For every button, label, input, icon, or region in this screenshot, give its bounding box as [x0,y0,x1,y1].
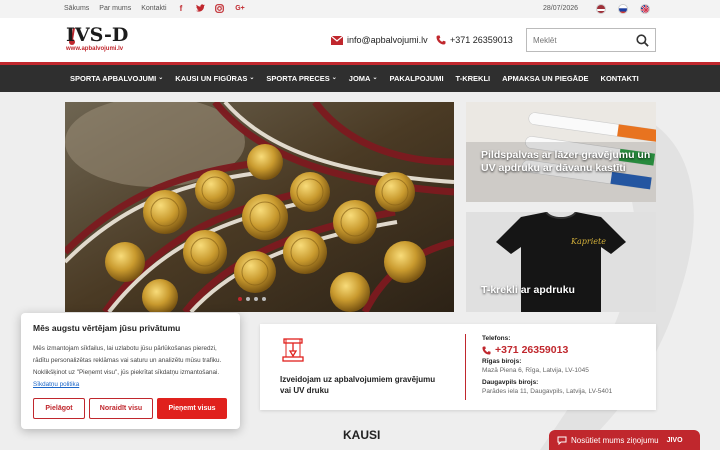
chat-widget[interactable]: Nosūtiet mums ziņojumu JIVO [549,430,700,450]
promo-tshirts-title: T-krekli ar apdruku [481,284,575,296]
chat-brand: JIVO [666,436,683,444]
slider-dot-1[interactable] [238,297,242,301]
twitter-icon[interactable] [195,3,205,13]
cookie-text-body: Mēs izmantojam sīkfailus, lai uzlabotu j… [33,345,222,376]
nav-label: KAUSI UN FIGŪRAS [175,74,248,83]
chevron-down-icon: ⌄ [249,75,255,81]
phone-icon [482,345,491,355]
daugavpils-office-label: Daugavpils birojs: [482,379,539,386]
current-date: 28/07/2026 [543,5,579,12]
hero-slider[interactable] [65,102,454,312]
header-phone[interactable]: +371 26359013 [436,35,513,45]
nav-label: APMAKSA UN PIEGĀDE [502,74,589,83]
chat-bubble-icon [557,436,567,445]
customize-button[interactable]: Pielāgot [33,398,85,419]
svg-text:Kapriete: Kapriete [570,237,606,246]
logo-text: IVS-D [66,24,129,46]
top-bar: Sākums Par mums Kontakti f G+ 28/07/2026 [0,0,720,18]
latvian-flag-icon[interactable] [596,4,606,14]
riga-office-label: Rīgas birojs: [482,358,522,365]
chat-label: Nosūtiet mums ziņojumu [571,435,659,445]
nav-item-contacts[interactable]: KONTAKTI [595,65,645,92]
nav-label: T-KREKLI [455,74,491,83]
daugavpils-office-address: Parādes iela 11, Daugavpils, Latvija, LV… [482,388,613,395]
chevron-down-icon: ⌄ [158,75,164,81]
reject-all-button[interactable]: Noraidīt visu [89,398,153,419]
riga-office-address: Mazā Piena 6, Rīga, Latvija, LV-1045 [482,367,589,374]
site-header: IVS-D www.apbalvojumi.lv info@apbalvojum… [0,18,720,62]
promo-pens-title: Pildspalvas ar lāzer gravējumu un UV apd… [481,149,651,174]
contact-block: Telefons: +371 26359013 Rīgas birojs: Ma… [482,334,612,396]
instagram-icon[interactable] [214,3,224,13]
main-nav: SPORTA APBALVOJUMI ⌄ KAUSI UN FIGŪRAS ⌄ SP… [0,62,720,92]
search-box [526,28,656,52]
cookie-policy-link[interactable]: Sīkdatņu politika [33,381,79,388]
nav-label: KONTAKTI [600,74,639,83]
slider-dot-4[interactable] [262,297,266,301]
cookie-title: Mēs augstu vērtējam jūsu privātumu [33,323,181,333]
english-flag-icon[interactable] [640,4,650,14]
nav-label: SPORTA PRECES [266,74,330,83]
nav-item-cups-figures[interactable]: KAUSI UN FIGŪRAS ⌄ [169,65,260,92]
slider-dots [238,297,266,301]
service-text: Izveidojam uz apbalvojumiem gravējumu va… [280,375,436,395]
chevron-down-icon: ⌄ [331,75,337,81]
contact-phone[interactable]: +371 26359013 [482,343,612,357]
divider [465,334,466,400]
promo-pens[interactable]: Pildspalvas ar lāzer gravējumu un UV apd… [466,102,656,202]
header-email-text: info@apbalvojumi.lv [347,35,428,45]
contact-phone-number: +371 26359013 [495,344,569,356]
top-link-contacts[interactable]: Kontakti [141,5,166,12]
info-strip: Izveidojam uz apbalvojumiem gravējumu va… [260,324,656,410]
facebook-icon[interactable]: f [176,3,186,13]
nav-item-payment-delivery[interactable]: APMAKSA UN PIEGĀDE [496,65,594,92]
top-link-about[interactable]: Par mums [99,5,131,12]
cookie-banner: Mēs augstu vērtējam jūsu privātumu Mēs i… [21,313,240,429]
nav-item-sports-goods[interactable]: SPORTA PRECES ⌄ [260,65,342,92]
engraving-machine-icon [282,338,304,362]
social-links: f G+ [176,3,247,13]
logo-url: www.apbalvojumi.lv [66,46,124,52]
nav-label: JOMA [348,74,371,83]
promo-tshirts[interactable]: Kapriete T-krekli ar apdruku [466,212,656,312]
tshirt-image: Kapriete [466,212,656,312]
search-input[interactable] [527,29,627,51]
header-email[interactable]: info@apbalvojumi.lv [331,35,428,45]
google-plus-icon[interactable]: G+ [233,3,247,13]
accept-all-button[interactable]: Pieņemt visus [157,398,227,419]
section-title-cups: KAUSI [343,428,381,442]
nav-item-services[interactable]: PAKALPOJUMI [384,65,450,92]
nav-item-field[interactable]: JOMA ⌄ [343,65,384,92]
chevron-down-icon: ⌄ [372,75,378,81]
phone-icon [436,35,446,45]
russian-flag-icon[interactable] [618,4,628,14]
nav-item-tshirts[interactable]: T-KREKLI [450,65,497,92]
header-phone-text: +371 26359013 [450,35,513,45]
slider-dot-3[interactable] [254,297,258,301]
phone-label: Telefons: [482,335,511,342]
top-links: Sākums Par mums Kontakti [64,5,167,12]
search-icon[interactable] [636,34,649,47]
nav-item-sports-awards[interactable]: SPORTA APBALVOJUMI ⌄ [64,65,169,92]
nav-label: SPORTA APBALVOJUMI [70,74,157,83]
envelope-icon [331,35,343,45]
top-link-home[interactable]: Sākums [64,5,89,12]
site-logo[interactable]: IVS-D www.apbalvojumi.lv [60,24,140,56]
nav-label: PAKALPOJUMI [389,74,444,83]
medals-image [65,102,454,312]
cookie-text: Mēs izmantojam sīkfailus, lai uzlabotu j… [33,343,233,391]
slider-dot-2[interactable] [246,297,250,301]
